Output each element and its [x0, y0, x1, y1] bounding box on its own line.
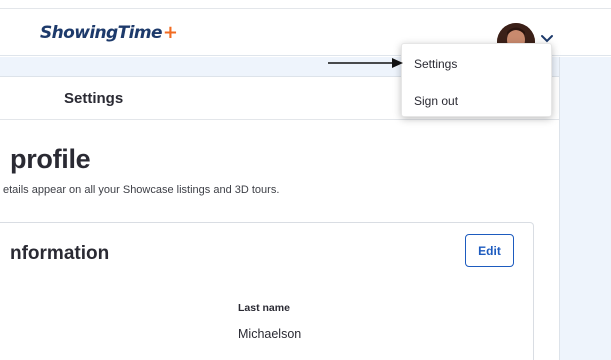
menu-item-settings[interactable]: Settings — [414, 57, 457, 71]
logo[interactable]: ShowingTime+ — [40, 22, 178, 43]
logo-text: ShowingTime — [40, 23, 163, 43]
last-name-value: Michaelson — [238, 327, 302, 341]
top-strip — [0, 0, 611, 9]
right-panel — [559, 57, 611, 360]
user-menu-dropdown: Settings Sign out — [401, 43, 552, 117]
last-name-label: Last name — [238, 302, 290, 314]
edit-button[interactable]: Edit — [465, 234, 514, 267]
menu-item-sign-out[interactable]: Sign out — [414, 94, 458, 108]
page-subtitle: etails appear on all your Showcase listi… — [3, 184, 280, 196]
arrow-icon — [328, 58, 403, 68]
logo-plus: + — [162, 22, 178, 43]
tab-settings[interactable]: Settings — [64, 90, 123, 107]
information-title: nformation — [10, 243, 110, 264]
page-title: profile — [10, 144, 91, 174]
